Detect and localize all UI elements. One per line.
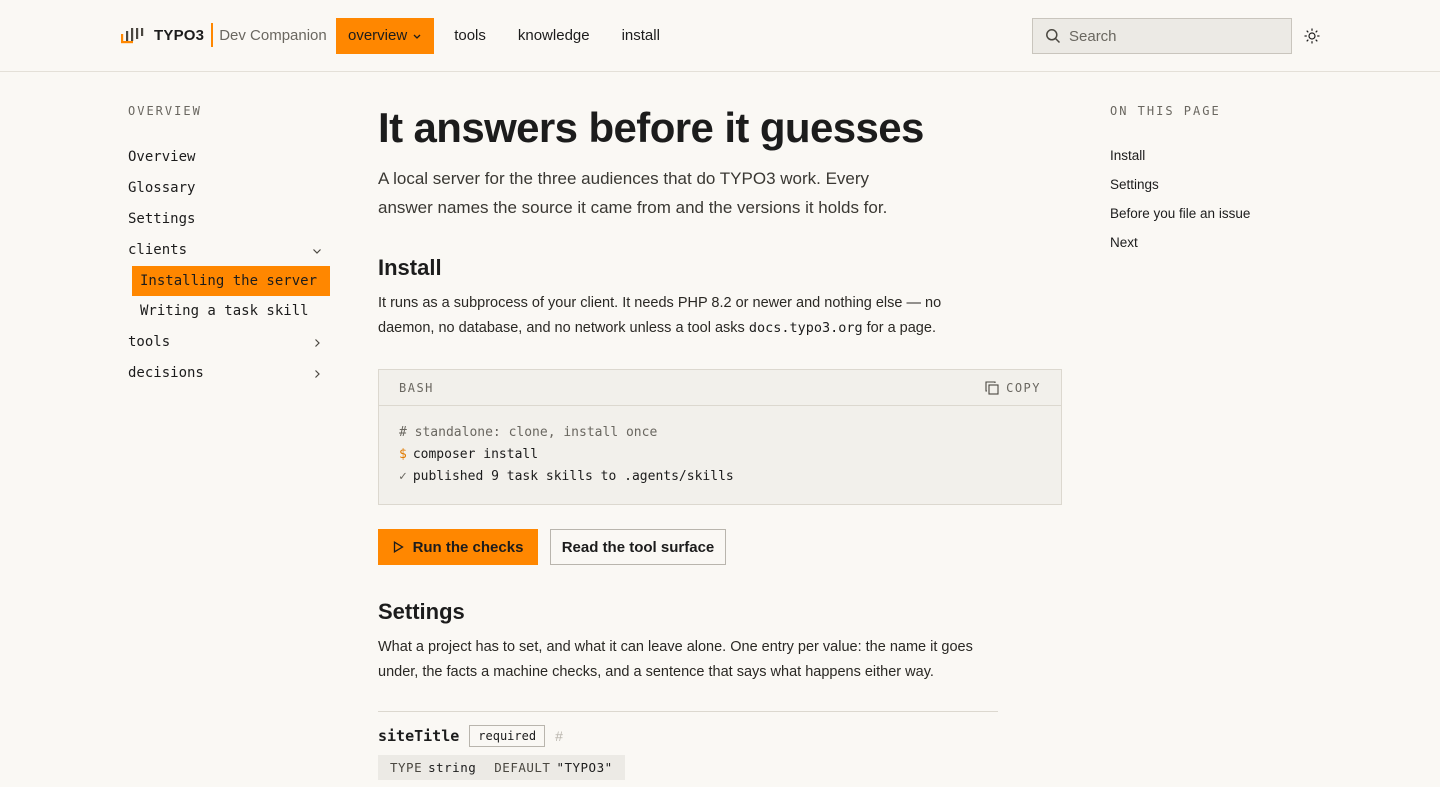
nav-overview[interactable]: overview	[336, 18, 435, 54]
sun-icon[interactable]	[1304, 28, 1320, 44]
type-value: string	[428, 760, 477, 775]
sidebar-item-label: clients	[128, 242, 188, 258]
section-title-install: Install	[378, 255, 442, 280]
nav-tools[interactable]: tools	[454, 18, 486, 54]
settings-paragraph: What a project has to set, and what it c…	[378, 639, 973, 680]
search-placeholder: Search	[1069, 27, 1117, 45]
default-value: "TYPO3"	[556, 760, 613, 775]
setting-name: siteTitle	[378, 727, 460, 745]
sidebar-item-label: Writing a task skill	[140, 303, 309, 319]
chevron-down-icon	[313, 248, 321, 254]
sidebar-item-label: Installing the server	[140, 272, 318, 289]
required-badge: required	[469, 725, 546, 747]
play-icon	[393, 541, 404, 553]
toc-item-settings[interactable]: Settings	[1110, 170, 1330, 199]
code-line-comment: # standalone: clone, install once	[399, 425, 658, 440]
sidebar-heading: OVERVIEW	[128, 104, 202, 118]
copy-label: COPY	[1006, 380, 1041, 395]
search-icon	[1046, 29, 1061, 44]
code-block: BASH COPY # standalone: clone, install o…	[378, 369, 1062, 505]
read-tool-surface-button[interactable]: Read the tool surface	[550, 529, 726, 565]
search-input[interactable]: Search	[1032, 18, 1292, 54]
top-header: TYPO3 Dev Companion overview tools knowl…	[0, 0, 1440, 72]
sidebar-item-glossary[interactable]: Glossary	[128, 173, 322, 204]
copy-button[interactable]: COPY	[985, 381, 1041, 395]
install-paragraph: It runs as a subprocess of your client. …	[378, 291, 978, 341]
sidebar-item-label: tools	[128, 334, 171, 350]
install-text-end: for a page.	[862, 320, 936, 336]
typo3-logo-icon	[121, 28, 144, 44]
toc-item-before-you-file-an-issue[interactable]: Before you file an issue	[1110, 199, 1330, 228]
divider	[378, 711, 998, 712]
sidebar-item-decisions[interactable]: decisions	[128, 358, 322, 389]
nav-knowledge[interactable]: knowledge	[518, 18, 590, 54]
main-content: It answers before it guesses A local ser…	[378, 100, 1062, 780]
sidebar-item-clients[interactable]: clients	[128, 235, 322, 266]
page-title: It answers before it guesses	[378, 104, 924, 151]
code-body[interactable]: # standalone: clone, install once $ compo…	[379, 406, 1061, 504]
sidebar-item-tools[interactable]: tools	[128, 327, 322, 358]
brand[interactable]: TYPO3 Dev Companion	[120, 22, 327, 48]
action-buttons: Run the checks Read the tool surface	[378, 529, 1062, 565]
sidebar-item-label: Overview	[128, 149, 196, 165]
setting-entry-header: siteTitle required #	[378, 725, 1062, 747]
code-block-header: BASH COPY	[379, 370, 1061, 406]
brand-separator	[211, 23, 214, 47]
brand-name: TYPO3	[154, 26, 205, 44]
default-label: DEFAULT	[494, 760, 551, 775]
on-this-page: ON THIS PAGE Install Settings Before you…	[1110, 104, 1330, 257]
setting-meta: TYPE string DEFAULT "TYPO3"	[378, 755, 625, 780]
run-the-checks-button[interactable]: Run the checks	[378, 529, 538, 565]
chevron-down-icon	[413, 34, 421, 39]
code-line-command: $ composer install	[399, 444, 1041, 466]
anchor-link[interactable]: #	[555, 728, 563, 744]
code-prompt: $	[399, 447, 407, 462]
sidebar-item-label: decisions	[128, 365, 204, 381]
sidebar-item-overview[interactable]: Overview	[128, 142, 322, 173]
inline-code: docs.typo3.org	[748, 320, 863, 336]
section-title-settings: Settings	[378, 599, 465, 624]
sidebar-subgroup-clients: Installing the server Writing a task ski…	[132, 266, 330, 327]
run-the-checks-label: Run the checks	[412, 538, 524, 556]
check-icon: ✓	[399, 469, 407, 484]
sidebar-item-installing-the-server[interactable]: Installing the server	[132, 266, 330, 296]
nav-install[interactable]: install	[622, 18, 660, 54]
toc-heading: ON THIS PAGE	[1110, 104, 1221, 118]
sidebar: OVERVIEW Overview Glossary Settings clie…	[128, 104, 338, 389]
chevron-right-icon	[315, 369, 320, 378]
sidebar-item-settings[interactable]: Settings	[128, 204, 322, 235]
copy-icon	[985, 380, 999, 395]
sidebar-item-label: Glossary	[128, 180, 196, 196]
page-lede: A local server for the three audiences t…	[378, 169, 888, 217]
nav-overview-label: overview	[348, 27, 408, 44]
code-language: BASH	[399, 380, 434, 395]
code-line-output: ✓ published 9 task skills to .agents/skil…	[399, 466, 1041, 488]
chevron-right-icon	[315, 338, 320, 347]
main-nav: overview tools knowledge install	[336, 18, 692, 54]
sidebar-item-label: Settings	[128, 211, 196, 227]
code-output: published 9 task skills to .agents/skill…	[412, 469, 734, 484]
type-label: TYPE	[390, 760, 423, 775]
brand-subtitle: Dev Companion	[219, 26, 327, 44]
sidebar-item-writing-a-task-skill[interactable]: Writing a task skill	[132, 296, 330, 327]
toc-item-install[interactable]: Install	[1110, 141, 1330, 170]
code-command: composer install	[412, 447, 539, 462]
toc-item-next[interactable]: Next	[1110, 228, 1330, 257]
